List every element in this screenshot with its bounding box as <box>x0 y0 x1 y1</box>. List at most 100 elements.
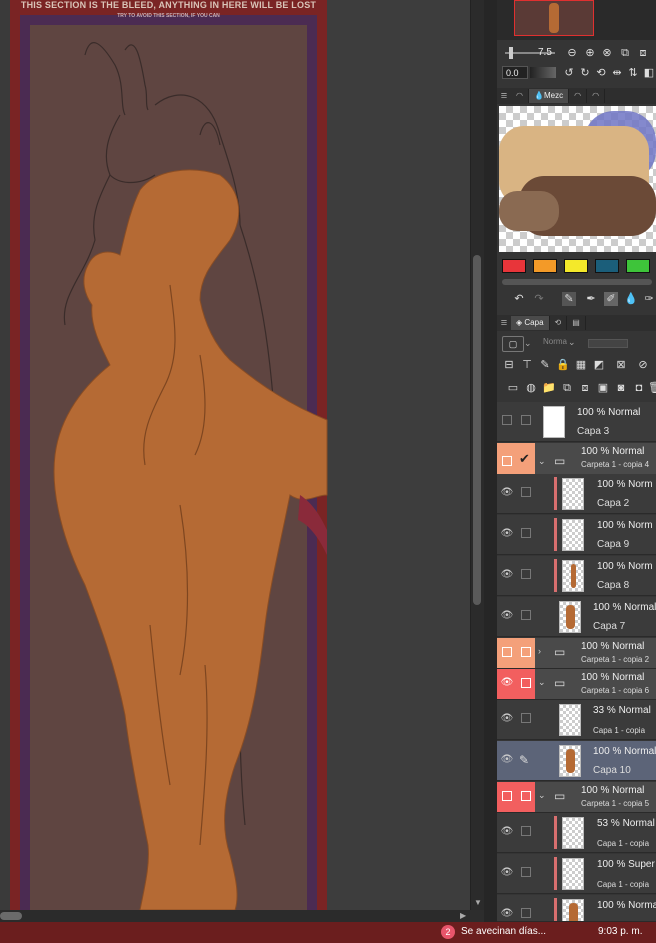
mirror-icon[interactable]: ◧ <box>642 66 656 80</box>
layer-row[interactable]: 👁 53 % Normal Capa 1 - copia <box>497 813 656 853</box>
mask-delete-icon[interactable]: ⊠ <box>614 358 628 372</box>
layer-mask-icon[interactable]: ◘ <box>632 381 646 395</box>
folder-row[interactable]: ⌄ ▭ 100 % Normal Carpeta 1 - copia 5 <box>497 782 656 813</box>
edit-lock-toggle[interactable] <box>521 528 531 538</box>
draft-layer-icon[interactable]: ✎ <box>538 358 552 372</box>
flip-horizontal-icon[interactable]: ⇹ <box>610 66 624 80</box>
new-vector-layer-icon[interactable]: ◍ <box>524 381 538 395</box>
tab-color-history[interactable]: ◠ <box>511 89 529 103</box>
edit-lock-toggle[interactable] <box>521 610 531 620</box>
horizontal-scroll-thumb[interactable] <box>0 912 22 920</box>
eye-icon[interactable]: 👁 <box>500 713 514 725</box>
collapse-chevron-icon[interactable]: ⌄ <box>538 790 546 801</box>
opacity-slider[interactable] <box>588 339 628 348</box>
layer-row[interactable]: 👁 33 % Normal Capa 1 - copia <box>497 700 656 740</box>
reference-layer-icon[interactable]: ⊤ <box>520 358 534 372</box>
layer-row[interactable]: 👁 100 % Norm Capa 8 <box>497 556 656 596</box>
rotate-slider[interactable] <box>530 67 556 78</box>
color-mixing-area[interactable] <box>499 106 656 252</box>
eye-icon[interactable]: 👁 <box>500 528 514 540</box>
pen-tool-icon[interactable]: ✒ <box>584 292 598 306</box>
layer-color-icon[interactable]: ▢ <box>502 336 524 352</box>
navigator-preview[interactable] <box>497 0 656 40</box>
blend-mode-chevron-icon[interactable]: ⌄ <box>568 337 576 348</box>
mask-icon[interactable]: ◩ <box>592 358 606 372</box>
edit-lock-toggle[interactable] <box>521 415 531 425</box>
eye-icon[interactable]: 👁 <box>500 610 514 622</box>
visibility-toggle[interactable] <box>502 456 512 466</box>
tab-auto-actions[interactable]: ▤ <box>567 316 586 330</box>
zoom-in-icon[interactable]: ⊕ <box>583 46 597 60</box>
swatch-teal[interactable] <box>595 259 619 273</box>
flip-vertical-icon[interactable]: ⇅ <box>626 66 640 80</box>
eye-icon[interactable]: 👁 <box>500 677 514 689</box>
swatch-green[interactable] <box>626 259 650 273</box>
edit-lock-toggle[interactable] <box>521 678 531 688</box>
undo-icon[interactable]: ↶ <box>512 292 526 306</box>
edit-lock-toggle[interactable] <box>521 647 531 657</box>
canvas-horizontal-scrollbar[interactable] <box>0 910 470 922</box>
visibility-toggle[interactable] <box>502 791 512 801</box>
swatch-yellow[interactable] <box>564 259 588 273</box>
folder-row[interactable]: 👁 ⌄ ▭ 100 % Normal Carpeta 1 - copia 6 <box>497 669 656 700</box>
visibility-toggle[interactable] <box>502 415 512 425</box>
fit-width-icon[interactable]: ⧈ <box>636 46 650 60</box>
merge-down-icon[interactable]: ⧈ <box>578 381 592 395</box>
layer-row[interactable]: 👁 100 % Norm Capa 9 <box>497 515 656 555</box>
layer-panel-menu-icon[interactable]: ≡ <box>497 316 511 330</box>
lock-icon[interactable]: 🔒 <box>556 358 570 372</box>
reset-rotation-icon[interactable]: ⟲ <box>594 66 608 80</box>
swatch-orange[interactable] <box>533 259 557 273</box>
layer-row[interactable]: 👁 100 % Normal <box>497 895 656 922</box>
scroll-down-arrow-icon[interactable]: ▼ <box>474 898 482 907</box>
layer-row[interactable]: 100 % Normal Capa 3 <box>497 402 656 442</box>
transfer-down-icon[interactable]: ⧉ <box>560 381 574 395</box>
panel-menu-icon[interactable]: ≡ <box>497 89 511 103</box>
blend-tool-icon[interactable]: ✐ <box>604 292 618 306</box>
brush-tool-icon[interactable]: ✎ <box>562 292 576 306</box>
eye-icon[interactable]: 👁 <box>500 754 514 766</box>
visibility-toggle[interactable] <box>502 647 512 657</box>
apply-mask-icon[interactable]: ◙ <box>614 381 628 395</box>
hide-mask-icon[interactable]: ⊘ <box>636 358 650 372</box>
layer-row[interactable]: 👁 100 % Super Capa 1 - copia <box>497 854 656 894</box>
edit-lock-toggle[interactable] <box>521 487 531 497</box>
edit-lock-toggle[interactable] <box>521 569 531 579</box>
delete-layer-icon[interactable]: 🗑 <box>648 381 656 395</box>
clip-layer-icon[interactable]: ⊟ <box>502 358 516 372</box>
collapse-chevron-icon[interactable]: ⌄ <box>538 677 546 688</box>
tab-color-mixing[interactable]: 💧Mezc <box>528 89 570 103</box>
layer-row-selected[interactable]: 👁 ✎ 100 % Normal Capa 10 <box>497 741 656 781</box>
collapse-chevron-icon[interactable]: ⌄ <box>538 456 546 467</box>
taskbar-clock[interactable]: 9:03 p. m. <box>598 926 642 937</box>
tab-layer[interactable]: ◈ Capa <box>511 316 550 330</box>
notification-text[interactable]: Se avecinan días... <box>461 926 546 937</box>
eye-icon[interactable]: 👁 <box>500 826 514 838</box>
tab-more[interactable]: ◠ <box>587 89 606 103</box>
scroll-right-arrow-icon[interactable]: ▶ <box>460 911 466 920</box>
zoom-out-icon[interactable]: ⊖ <box>565 46 579 60</box>
folder-row[interactable]: › ▭ 100 % Normal Carpeta 1 - copia 2 <box>497 638 656 669</box>
pen-edit-icon[interactable]: ✎ <box>519 753 529 767</box>
rotate-right-icon[interactable]: ↻ <box>578 66 592 80</box>
edit-lock-toggle[interactable] <box>521 867 531 877</box>
redo-icon[interactable]: ↷ <box>532 292 546 306</box>
tab-history[interactable]: ⟲ <box>550 316 568 330</box>
rotate-left-icon[interactable]: ↺ <box>562 66 576 80</box>
actual-size-icon[interactable]: ⊗ <box>600 46 614 60</box>
swatch-red[interactable] <box>502 259 526 273</box>
new-raster-layer-icon[interactable]: ▭ <box>506 381 520 395</box>
canvas-area[interactable]: THIS SECTION IS THE BLEED, ANYTHING IN H… <box>0 0 470 910</box>
eye-icon[interactable]: 👁 <box>500 867 514 879</box>
panel-divider[interactable] <box>484 0 497 922</box>
rotate-value[interactable]: 0.0 <box>502 66 528 79</box>
layer-row[interactable]: 👁 100 % Norm Capa 2 <box>497 474 656 514</box>
new-folder-icon[interactable]: 📁 <box>542 381 556 395</box>
blend-mode-select[interactable]: Norma <box>543 337 567 346</box>
expand-chevron-icon[interactable]: › <box>538 646 541 656</box>
eyedropper-icon[interactable]: ✑ <box>642 292 656 306</box>
edit-lock-toggle[interactable] <box>521 791 531 801</box>
vertical-scroll-thumb[interactable] <box>473 255 481 605</box>
edit-lock-toggle[interactable] <box>521 826 531 836</box>
fit-to-screen-icon[interactable]: ⧉ <box>618 46 632 60</box>
